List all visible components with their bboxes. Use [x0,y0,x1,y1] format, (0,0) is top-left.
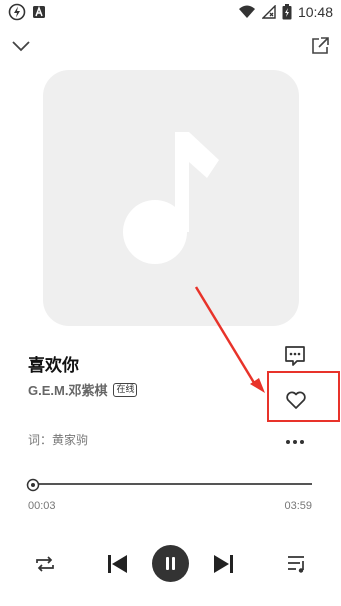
play-pause-button[interactable] [152,545,189,582]
progress-track[interactable] [33,483,312,485]
flash-icon [8,3,26,21]
previous-icon[interactable] [105,551,131,577]
artist-row: G.E.M.邓紫棋 在线 [28,380,138,399]
music-note-icon [123,132,219,264]
comment-icon[interactable] [283,344,307,368]
wifi-icon [238,5,255,18]
heart-icon[interactable] [284,388,308,412]
current-time: 00:03 [28,500,56,512]
battery-charging-icon [282,4,292,20]
a-notification-icon [33,5,45,18]
repeat-icon[interactable] [32,551,58,577]
artist-name[interactable]: G.E.M.邓紫棋 [28,380,107,399]
chevron-down-icon[interactable] [9,34,33,58]
status-left [8,3,46,21]
album-cover [43,70,299,326]
pause-icon [166,557,175,570]
status-right: 10:48 [238,3,333,21]
total-time: 03:59 [284,500,312,512]
more-icon[interactable] [283,433,307,449]
status-bar: 10:48 [0,0,341,24]
playlist-icon[interactable] [284,551,310,577]
next-icon[interactable] [210,551,236,577]
progress-thumb[interactable] [26,477,40,492]
lyricist: 词：黄家驹 [28,433,89,447]
share-icon[interactable] [308,34,332,58]
no-signal-icon [261,5,276,19]
online-badge: 在线 [113,382,138,397]
song-title: 喜欢你 [28,356,79,376]
status-time: 10:48 [297,4,333,20]
